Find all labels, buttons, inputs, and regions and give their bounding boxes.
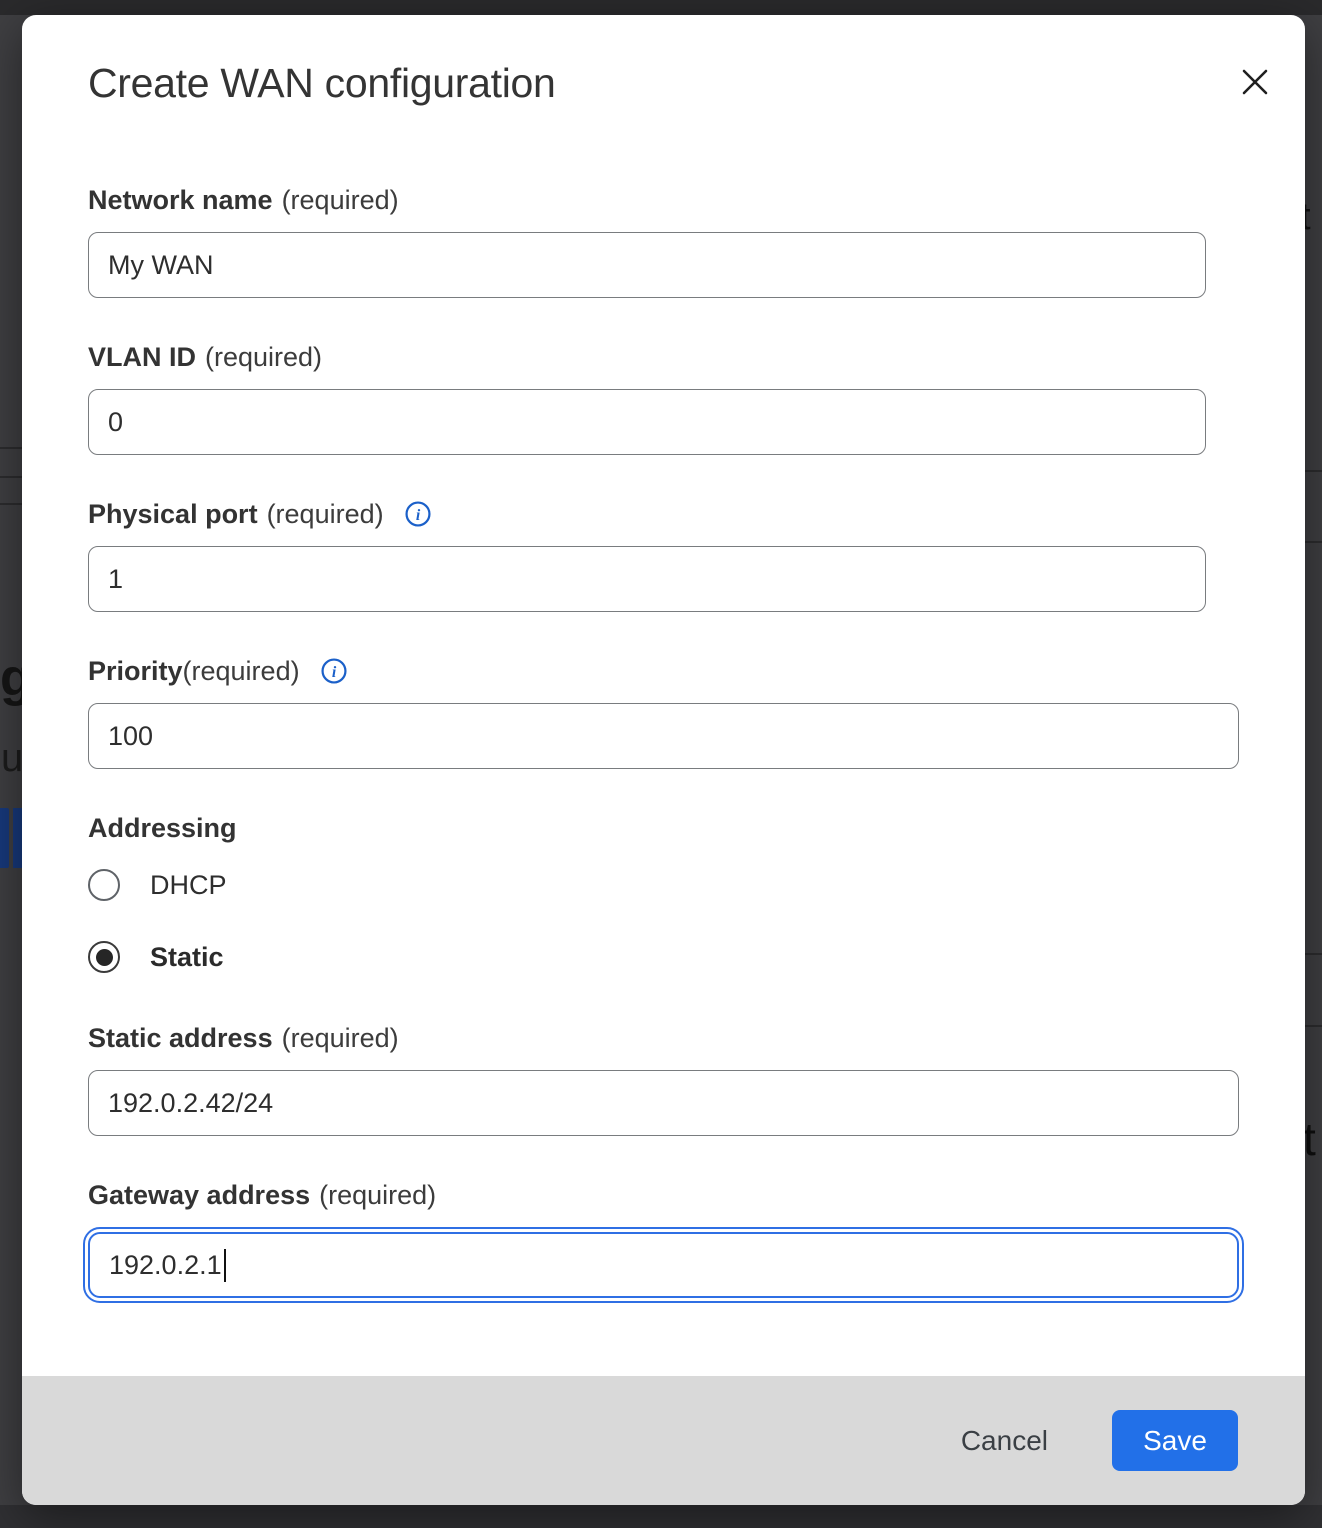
vlan-id-label: VLAN ID (required) xyxy=(88,340,1239,374)
background-row-divider xyxy=(0,503,22,505)
background-button-fragment xyxy=(13,808,22,868)
background-text-fragment: u xyxy=(1,736,22,776)
dialog-title: Create WAN configuration xyxy=(88,57,1239,109)
background-button-fragment xyxy=(0,808,9,868)
network-name-label: Network name (required) xyxy=(88,183,1239,217)
addressing-option-static[interactable]: Static xyxy=(88,941,1239,973)
svg-text:i: i xyxy=(331,664,336,681)
background-bottom-area xyxy=(0,1505,1322,1528)
background-text-fragment: g xyxy=(0,648,22,706)
background-row-divider xyxy=(1305,470,1322,472)
save-button[interactable]: Save xyxy=(1112,1410,1238,1471)
addressing-option-dhcp[interactable]: DHCP xyxy=(88,869,1239,901)
gateway-address-input[interactable]: 192.0.2.1 xyxy=(88,1232,1239,1298)
create-wan-configuration-dialog: Create WAN configuration Network name (r… xyxy=(22,15,1305,1505)
static-radio-label[interactable]: Static xyxy=(150,942,224,973)
info-icon[interactable]: i xyxy=(404,500,432,528)
dialog-footer: Cancel Save xyxy=(22,1376,1305,1505)
priority-input[interactable] xyxy=(88,703,1239,769)
svg-text:i: i xyxy=(415,507,420,524)
background-row-divider xyxy=(1305,1025,1322,1027)
physical-port-input[interactable] xyxy=(88,546,1206,612)
static-address-input[interactable] xyxy=(88,1070,1239,1136)
vlan-id-input[interactable] xyxy=(88,389,1206,455)
cancel-button[interactable]: Cancel xyxy=(947,1415,1062,1467)
radio-unselected-icon[interactable] xyxy=(88,869,120,901)
priority-label: Priority (required) i xyxy=(88,654,1239,688)
background-text-fragment: t xyxy=(1303,1112,1322,1164)
info-icon[interactable]: i xyxy=(320,657,348,685)
background-row-divider xyxy=(0,447,22,449)
addressing-heading: Addressing xyxy=(88,811,1239,845)
background-top-bar xyxy=(0,0,1322,15)
physical-port-label: Physical port (required) i xyxy=(88,497,1239,531)
background-row-divider xyxy=(1305,541,1322,543)
background-row-divider xyxy=(0,476,22,478)
dhcp-radio-label[interactable]: DHCP xyxy=(150,870,227,901)
network-name-input[interactable] xyxy=(88,232,1206,298)
text-caret xyxy=(224,1249,227,1282)
static-address-label: Static address (required) xyxy=(88,1021,1239,1055)
radio-selected-icon[interactable] xyxy=(88,941,120,973)
gateway-address-value: 192.0.2.1 xyxy=(109,1250,222,1281)
gateway-address-label: Gateway address (required) xyxy=(88,1178,1239,1212)
background-row-divider xyxy=(1305,953,1322,955)
